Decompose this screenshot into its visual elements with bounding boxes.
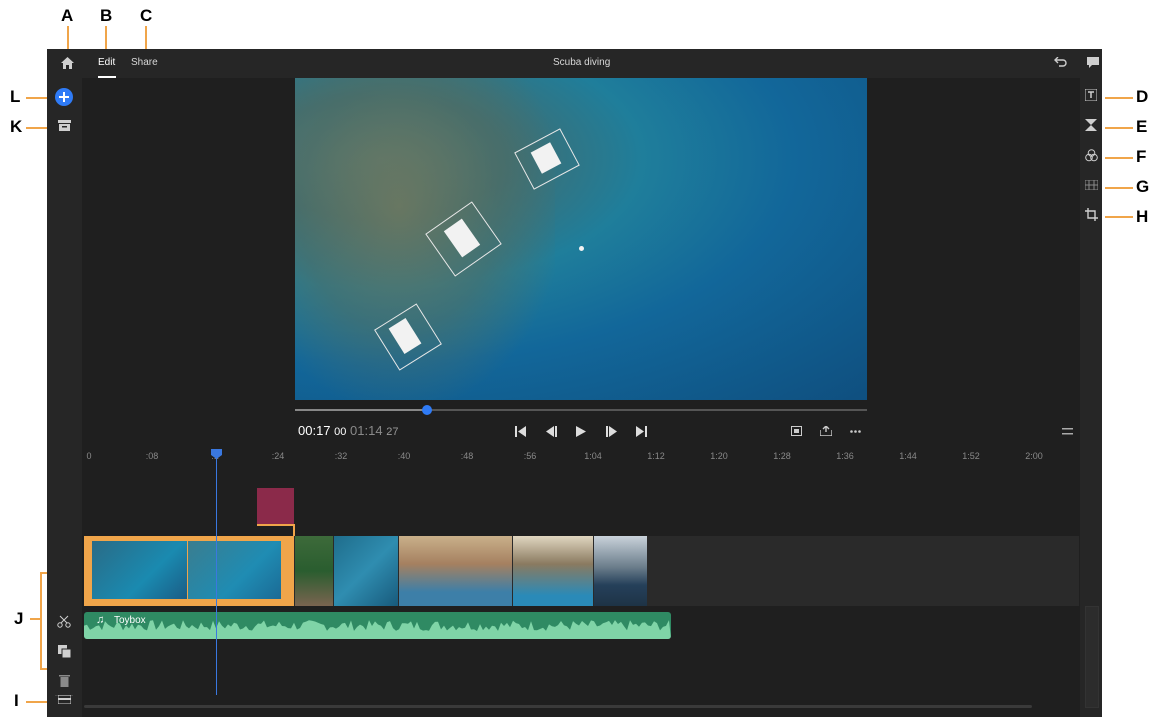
- audio-meter: [1085, 606, 1099, 708]
- add-media-icon[interactable]: [55, 88, 73, 106]
- video-track[interactable]: [84, 536, 1079, 606]
- callout-f: F: [1136, 147, 1147, 166]
- tab-edit[interactable]: Edit: [98, 57, 115, 68]
- clip-3[interactable]: [334, 536, 398, 606]
- undo-icon[interactable]: [1052, 55, 1068, 71]
- more-icon[interactable]: [848, 424, 862, 438]
- ruler-tick-label: 2:00: [1025, 451, 1043, 461]
- ruler-tick-label: 0: [86, 451, 92, 461]
- speed-icon[interactable]: [1083, 177, 1099, 193]
- ruler-tick-label: 1:44: [899, 451, 917, 461]
- step-forward-icon[interactable]: [604, 424, 618, 438]
- clip-selected[interactable]: [84, 536, 294, 606]
- skip-start-icon[interactable]: [513, 424, 527, 438]
- callout-h: H: [1136, 207, 1149, 226]
- step-back-icon[interactable]: [544, 424, 558, 438]
- ruler-tick-label: 1:04: [584, 451, 602, 461]
- ruler-tick-label: :56: [523, 451, 537, 461]
- tab-edit-underline: [98, 76, 116, 78]
- app-window: Edit Share Scuba diving 00:17 00 01:14 2…: [47, 49, 1102, 717]
- ruler-tick-label: 1:52: [962, 451, 980, 461]
- clip-thumb-2: [188, 541, 281, 599]
- clip-5[interactable]: [513, 536, 593, 606]
- skip-end-icon[interactable]: [634, 424, 648, 438]
- callout-k: K: [10, 117, 23, 136]
- ruler-tick-label: :40: [397, 451, 411, 461]
- callout-e: E: [1136, 117, 1148, 136]
- callout-c: C: [140, 6, 153, 25]
- title-clip-connector-v: [293, 524, 295, 536]
- titles-icon[interactable]: [1083, 87, 1099, 103]
- fit-screen-icon[interactable]: [789, 424, 803, 438]
- callout-j: J: [14, 609, 24, 628]
- clip-2[interactable]: [295, 536, 333, 606]
- callout-i: I: [14, 691, 19, 710]
- clip-thumb-1: [92, 541, 187, 599]
- color-icon[interactable]: [1083, 147, 1099, 163]
- duplicate-icon[interactable]: [56, 643, 72, 659]
- current-time: 00:17: [298, 423, 331, 438]
- total-frames: 27: [386, 426, 399, 438]
- music-note-icon: ♫: [96, 614, 105, 626]
- title-clip-connector: [257, 524, 294, 526]
- callout-l: L: [10, 87, 21, 106]
- title-clip[interactable]: [257, 488, 294, 524]
- ruler-tick-label: 1:36: [836, 451, 854, 461]
- ruler-tick-label: :48: [460, 451, 474, 461]
- audio-waveform: [84, 620, 671, 639]
- ruler-tick-label: 1:20: [710, 451, 728, 461]
- play-icon[interactable]: [574, 424, 588, 438]
- scrubber-handle[interactable]: [421, 405, 432, 415]
- total-time: 01:14: [350, 423, 383, 438]
- project-title: Scuba diving: [553, 57, 611, 68]
- split-icon[interactable]: [56, 614, 72, 630]
- audio-track[interactable]: ♫ Toybox: [84, 612, 671, 639]
- callout-b: B: [100, 6, 113, 25]
- scrubber-progress: [295, 409, 427, 411]
- clip-4[interactable]: [399, 536, 512, 606]
- audio-track-name: Toybox: [114, 615, 146, 626]
- transitions-icon[interactable]: [1083, 117, 1099, 133]
- clip-6[interactable]: [594, 536, 647, 606]
- ruler-tick-label: 1:12: [647, 451, 665, 461]
- ruler-tick-label: :32: [334, 451, 348, 461]
- top-bar: Edit Share Scuba diving: [47, 49, 1102, 78]
- ruler-tick-label: 1:28: [773, 451, 791, 461]
- media-bin-icon[interactable]: [56, 117, 72, 133]
- tab-share[interactable]: Share: [131, 57, 158, 68]
- ruler-tick-label: :24: [271, 451, 285, 461]
- export-icon[interactable]: [819, 424, 833, 438]
- home-icon[interactable]: [59, 55, 75, 71]
- left-rail: [47, 78, 82, 717]
- track-icon[interactable]: [56, 691, 72, 707]
- ruler-tick-label: :08: [145, 451, 159, 461]
- right-rail: [1080, 78, 1102, 717]
- crop-icon[interactable]: [1083, 206, 1099, 222]
- playhead[interactable]: [216, 449, 217, 695]
- timeline-scrollbar[interactable]: [84, 705, 1032, 708]
- callout-g: G: [1136, 177, 1150, 196]
- video-preview[interactable]: [295, 78, 867, 400]
- swimmer: [579, 246, 584, 251]
- callout-a: A: [61, 6, 74, 25]
- scrubber-track[interactable]: [295, 405, 867, 415]
- panel-menu-icon[interactable]: [1060, 424, 1074, 438]
- delete-icon[interactable]: [56, 672, 72, 688]
- timecode: 00:17 00 01:14 27: [298, 423, 398, 438]
- callout-d: D: [1136, 87, 1149, 106]
- current-frames: 00: [334, 426, 347, 438]
- feedback-icon[interactable]: [1085, 55, 1101, 71]
